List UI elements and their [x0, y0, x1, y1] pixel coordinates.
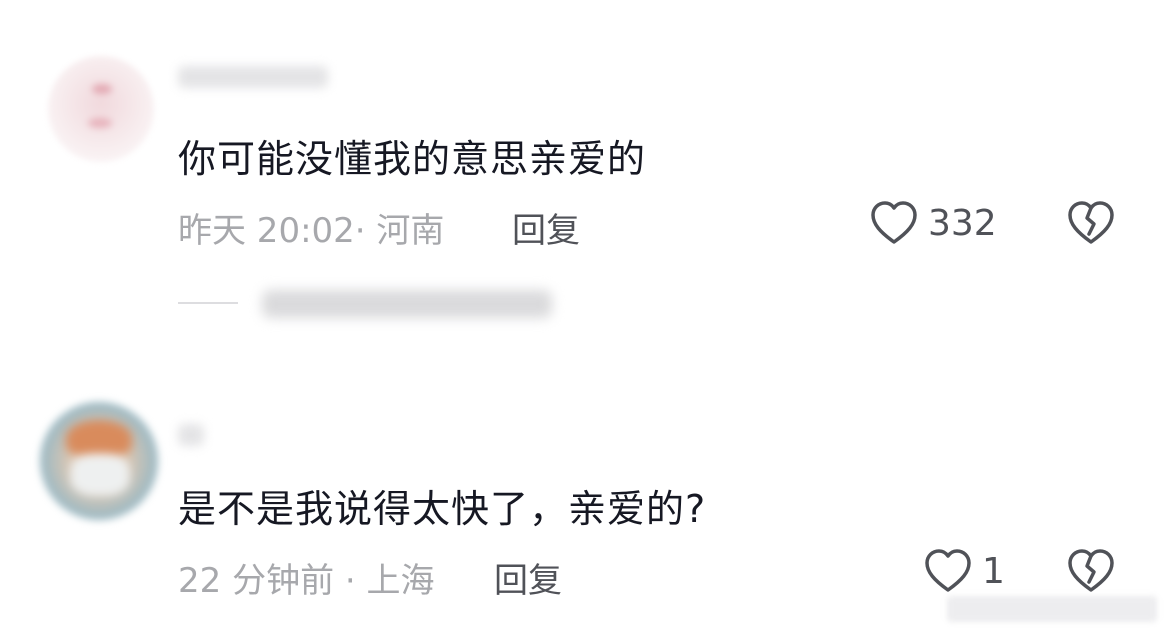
comment-meta: 22 分钟前 · 上海 [178, 561, 435, 601]
avatar-detail [66, 420, 132, 456]
reply-button[interactable]: 回复 [494, 553, 562, 602]
reply-button[interactable]: 回复 [512, 203, 580, 252]
heart-outline-icon [870, 200, 918, 246]
like-button[interactable]: 332 [870, 200, 997, 246]
avatar-detail [92, 84, 112, 94]
like-button[interactable]: 1 [924, 548, 1005, 594]
comment-text: 是不是我说得太快了，亲爱的? [178, 487, 707, 531]
dislike-button[interactable] [1066, 548, 1116, 598]
comment-meta: 昨天 20:02· 河南 [178, 211, 445, 251]
like-count: 332 [928, 202, 997, 244]
heart-outline-icon [924, 548, 972, 594]
avatar[interactable] [48, 56, 154, 162]
expand-replies-blurred[interactable] [262, 290, 552, 318]
avatar-detail [88, 118, 112, 128]
avatar-detail [70, 454, 130, 496]
dislike-button[interactable] [1066, 200, 1116, 250]
watermark [947, 596, 1157, 622]
username-blurred[interactable] [178, 424, 204, 446]
divider-line [178, 302, 238, 304]
like-count: 1 [982, 550, 1005, 592]
username-blurred[interactable] [178, 66, 328, 88]
comment-text: 你可能没懂我的意思亲爱的 [178, 137, 647, 181]
broken-heart-icon [1066, 201, 1116, 250]
avatar[interactable] [40, 402, 158, 520]
